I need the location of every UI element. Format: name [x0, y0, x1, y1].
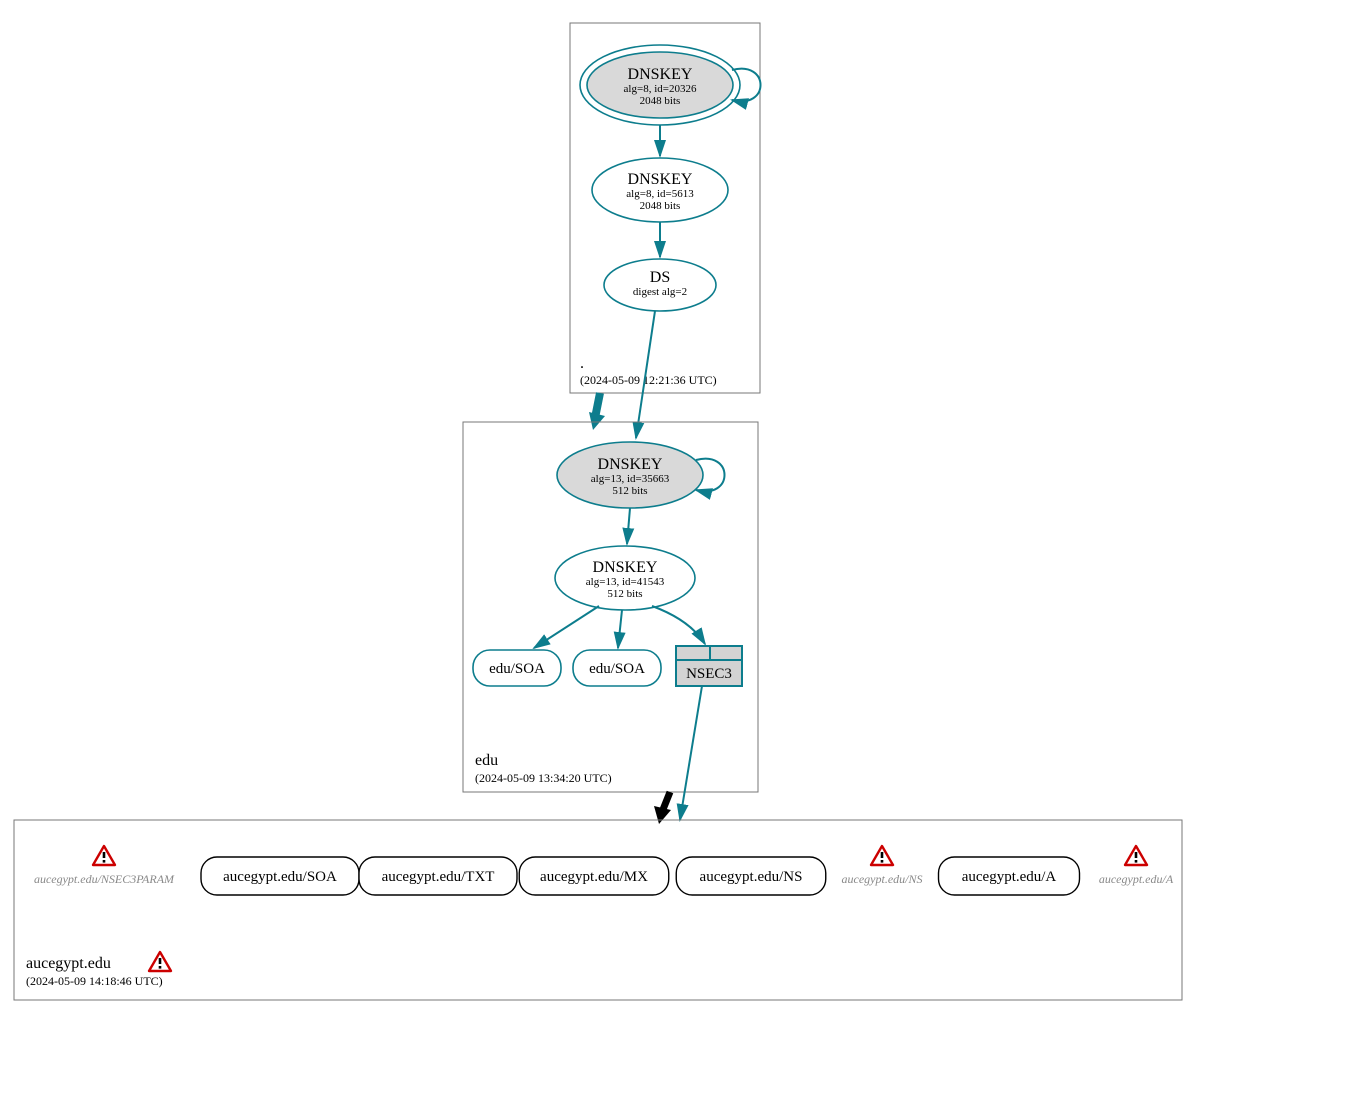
root-ds-node: DS digest alg=2: [604, 259, 716, 311]
edu-timestamp: (2024-05-09 13:34:20 UTC): [475, 771, 612, 785]
root-zsk-title: DNSKEY: [628, 171, 693, 188]
edu-zsk-title: DNSKEY: [593, 559, 658, 576]
auc-rrset: aucegypt.edu/TXT: [359, 857, 517, 895]
root-zsk-alg: alg=8, id=5613: [626, 188, 694, 200]
auc-timestamp: (2024-05-09 14:18:46 UTC): [26, 974, 163, 988]
root-zsk-bits: 2048 bits: [640, 200, 681, 212]
svg-text:NSEC3: NSEC3: [686, 666, 732, 682]
edu-zsk-bits: 512 bits: [607, 588, 642, 600]
auc-rrset: aucegypt.edu/SOA: [201, 857, 359, 895]
auc-rrset: aucegypt.edu/MX: [519, 857, 669, 895]
warning-icon: [149, 952, 171, 971]
auc-rrset: aucegypt.edu/NS: [676, 857, 826, 895]
svg-text:edu/SOA: edu/SOA: [589, 661, 645, 677]
auc-rrset-label: aucegypt.edu/NSEC3PARAM: [34, 872, 175, 886]
edu-zsk-node: DNSKEY alg=13, id=41543 512 bits: [555, 546, 695, 610]
root-ksk-alg: alg=8, id=20326: [624, 83, 697, 95]
warning-icon: [93, 846, 115, 865]
auc-rrset: aucegypt.edu/A: [1099, 846, 1174, 886]
root-ksk-title: DNSKEY: [628, 66, 693, 83]
auc-rrset-label: aucegypt.edu/NS: [842, 872, 923, 886]
root-ksk-bits: 2048 bits: [640, 95, 681, 107]
svg-text:edu/SOA: edu/SOA: [489, 661, 545, 677]
edge-edu-ksk-zsk: [627, 508, 630, 544]
root-zsk-node: DNSKEY alg=8, id=5613 2048 bits: [592, 158, 728, 222]
edu-label: edu: [475, 752, 498, 769]
edu-ksk-alg: alg=13, id=35663: [591, 473, 670, 485]
root-ds-alg: digest alg=2: [633, 286, 687, 298]
auc-rrset-label: aucegypt.edu/A: [1099, 872, 1174, 886]
auc-rrset-label: aucegypt.edu/MX: [540, 869, 648, 885]
zone-root: . (2024-05-09 12:21:36 UTC) DNSKEY alg=8…: [570, 23, 761, 393]
edu-zsk-alg: alg=13, id=41543: [586, 576, 665, 588]
warning-icon: [871, 846, 893, 865]
edu-soa1-node: edu/SOA: [473, 650, 561, 686]
edu-soa2-node: edu/SOA: [573, 650, 661, 686]
auc-rrset: aucegypt.edu/NSEC3PARAM: [34, 846, 175, 886]
auc-rrset: aucegypt.edu/NS: [842, 846, 923, 886]
auc-rrset-label: aucegypt.edu/NS: [700, 869, 803, 885]
auc-rrset-label: aucegypt.edu/SOA: [223, 869, 337, 885]
edge-nsec3-to-auc: [680, 686, 702, 820]
zone-edu: edu (2024-05-09 13:34:20 UTC) DNSKEY alg…: [463, 422, 758, 792]
auc-rrsets-row: aucegypt.edu/NSEC3PARAM aucegypt.edu/SOA a…: [34, 846, 1174, 895]
dnssec-graph: . (2024-05-09 12:21:36 UTC) DNSKEY alg=8…: [0, 0, 1345, 1098]
svg-text:.: .: [580, 355, 584, 372]
root-timestamp: (2024-05-09 12:21:36 UTC): [580, 373, 717, 387]
edu-nsec3-node: NSEC3: [676, 646, 742, 686]
edge-edu-zsk-soa2: [618, 610, 622, 648]
auc-rrset-label: aucegypt.edu/TXT: [382, 869, 495, 885]
auc-label: aucegypt.edu: [26, 955, 111, 972]
edge-edu-zsk-soa1: [534, 606, 599, 648]
edu-ksk-title: DNSKEY: [598, 456, 663, 473]
root-ds-title: DS: [650, 269, 670, 286]
edu-ksk-node: DNSKEY alg=13, id=35663 512 bits: [557, 442, 703, 508]
warning-icon: [1125, 846, 1147, 865]
auc-rrset-label: aucegypt.edu/A: [962, 869, 1057, 885]
edu-ksk-bits: 512 bits: [612, 485, 647, 497]
edge-edu-zsk-nsec3: [652, 606, 705, 644]
zone-auc: aucegypt.edu (2024-05-09 14:18:46 UTC) a…: [14, 820, 1182, 1000]
root-ksk-node: DNSKEY alg=8, id=20326 2048 bits: [580, 45, 740, 125]
auc-rrset: aucegypt.edu/A: [939, 857, 1080, 895]
